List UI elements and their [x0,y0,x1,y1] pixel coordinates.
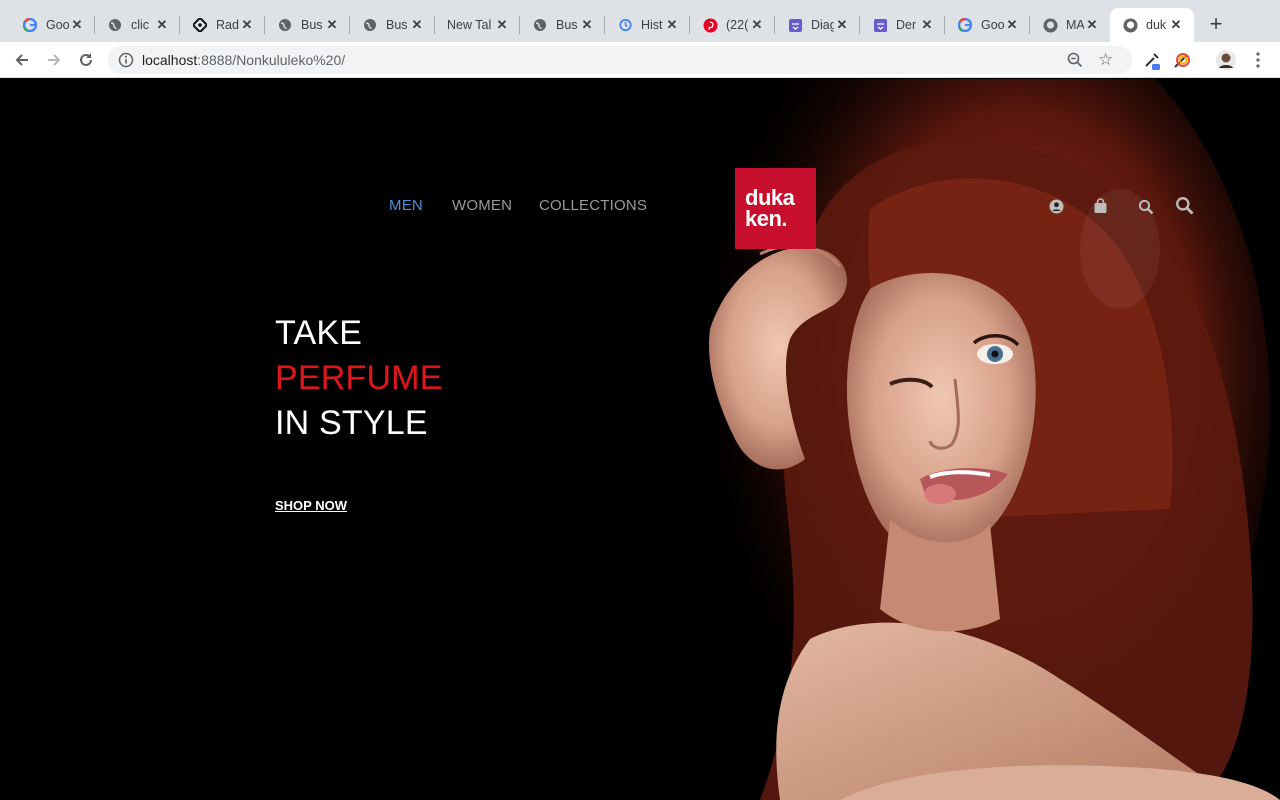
headline-line-1: TAKE [275,314,363,352]
logo-text-line2: ken. [745,206,788,231]
browser-tab-strip: Goo ✕ clic ✕ Rad ✕ Bus ✕ Bus ✕ New Tal ✕… [0,0,1280,42]
close-icon[interactable]: ✕ [749,17,765,33]
tab-title: Der [896,18,917,32]
search-icon[interactable] [1138,199,1156,217]
bookmark-star-icon[interactable]: ☆ [1098,50,1113,70]
tab-title: Goo [981,18,1004,32]
github-icon [1042,17,1058,33]
tab-title: Rad [216,18,239,32]
headline-line-2: PERFUME [275,359,443,397]
info-icon[interactable] [118,52,134,68]
user-account-icon[interactable] [1049,199,1067,217]
browser-tab[interactable]: New Tal ✕ [435,8,520,42]
globe-icon [277,17,293,33]
page-viewport: MEN WOMEN COLLECTIONS duka ken. TAKE PER… [0,79,1280,800]
url-text: localhost:8888/Nonkululeko%20/ [142,52,345,68]
search-icon[interactable] [1175,196,1194,215]
history-icon [617,17,633,33]
close-icon[interactable]: ✕ [1168,17,1184,33]
zoom-icon[interactable] [1066,51,1084,74]
browser-tab[interactable]: Bus ✕ [265,8,350,42]
tab-title: Bus [301,18,323,32]
tab-title: Diag [811,18,834,32]
tab-title: MA [1066,18,1084,32]
google-icon [22,17,38,33]
close-icon[interactable]: ✕ [69,17,85,33]
new-tab-plus-icon[interactable]: + [1204,12,1228,36]
browser-toolbar: localhost:8888/Nonkululeko%20/ ☆ [0,42,1280,78]
close-icon[interactable]: ✕ [324,17,340,33]
browser-tab[interactable]: (22( ✕ [690,8,775,42]
close-icon[interactable]: ✕ [919,17,935,33]
google-icon [957,17,973,33]
diagram-icon [872,17,888,33]
tab-title: Hist [641,18,663,32]
brand-logo[interactable]: duka ken. [735,168,816,249]
browser-tab[interactable]: Der ✕ [860,8,945,42]
close-icon[interactable]: ✕ [239,17,255,33]
close-icon[interactable]: ✕ [1084,17,1100,33]
pinterest-icon [702,17,718,33]
url-host: localhost [142,52,198,68]
headline-line-3: IN STYLE [275,404,428,442]
browser-tab[interactable]: clic ✕ [95,8,180,42]
reload-icon[interactable] [74,48,98,72]
browser-tab[interactable]: Bus ✕ [520,8,605,42]
close-icon[interactable]: ✕ [1004,17,1020,33]
github-icon [1122,17,1138,33]
close-icon[interactable]: ✕ [494,17,510,33]
globe-icon [532,17,548,33]
tab-title: duk [1146,18,1167,32]
browser-tab[interactable]: Goo ✕ [945,8,1030,42]
url-path: :8888/Nonkululeko%20/ [197,52,346,68]
shopping-bag-icon[interactable] [1093,198,1111,216]
close-icon[interactable]: ✕ [579,17,595,33]
tab-title: Bus [386,18,408,32]
browser-tab[interactable]: Diag ✕ [775,8,860,42]
browser-tab[interactable]: Hist ✕ [605,8,690,42]
close-icon[interactable]: ✕ [834,17,850,33]
browser-tab[interactable]: Goo ✕ [10,8,95,42]
color-palette-extension-icon[interactable] [1172,50,1192,70]
back-arrow-icon[interactable] [10,48,34,72]
diagram-icon [787,17,803,33]
nav-link-collections[interactable]: COLLECTIONS [539,197,647,214]
tab-title: clic [131,18,150,32]
logo-text-line1: duka [745,185,795,210]
profile-avatar[interactable] [1215,49,1236,70]
menu-kebab-icon[interactable] [1250,51,1266,71]
browser-tab[interactable]: MA ✕ [1030,8,1110,42]
browser-tab-active[interactable]: duk ✕ [1110,8,1194,42]
browser-tab[interactable]: Rad ✕ [180,8,265,42]
eyedropper-extension-icon[interactable] [1142,50,1162,70]
tab-title: New Tal [447,18,492,32]
nav-link-women[interactable]: WOMEN [452,197,512,214]
globe-icon [107,17,123,33]
hero-headline: TAKE PERFUME IN STYLE [275,311,443,446]
close-icon[interactable]: ✕ [664,17,680,33]
radix-icon [192,17,208,33]
address-bar[interactable]: localhost:8888/Nonkululeko%20/ ☆ [108,46,1132,74]
forward-arrow-icon[interactable] [42,48,66,72]
close-icon[interactable]: ✕ [409,17,425,33]
tab-title: Goo [46,18,69,32]
shop-now-link[interactable]: SHOP NOW [275,498,347,513]
globe-icon [362,17,378,33]
nav-link-men[interactable]: MEN [389,197,423,214]
close-icon[interactable]: ✕ [154,17,170,33]
tab-title: Bus [556,18,578,32]
tab-title: (22( [726,18,749,32]
browser-tab[interactable]: Bus ✕ [350,8,435,42]
